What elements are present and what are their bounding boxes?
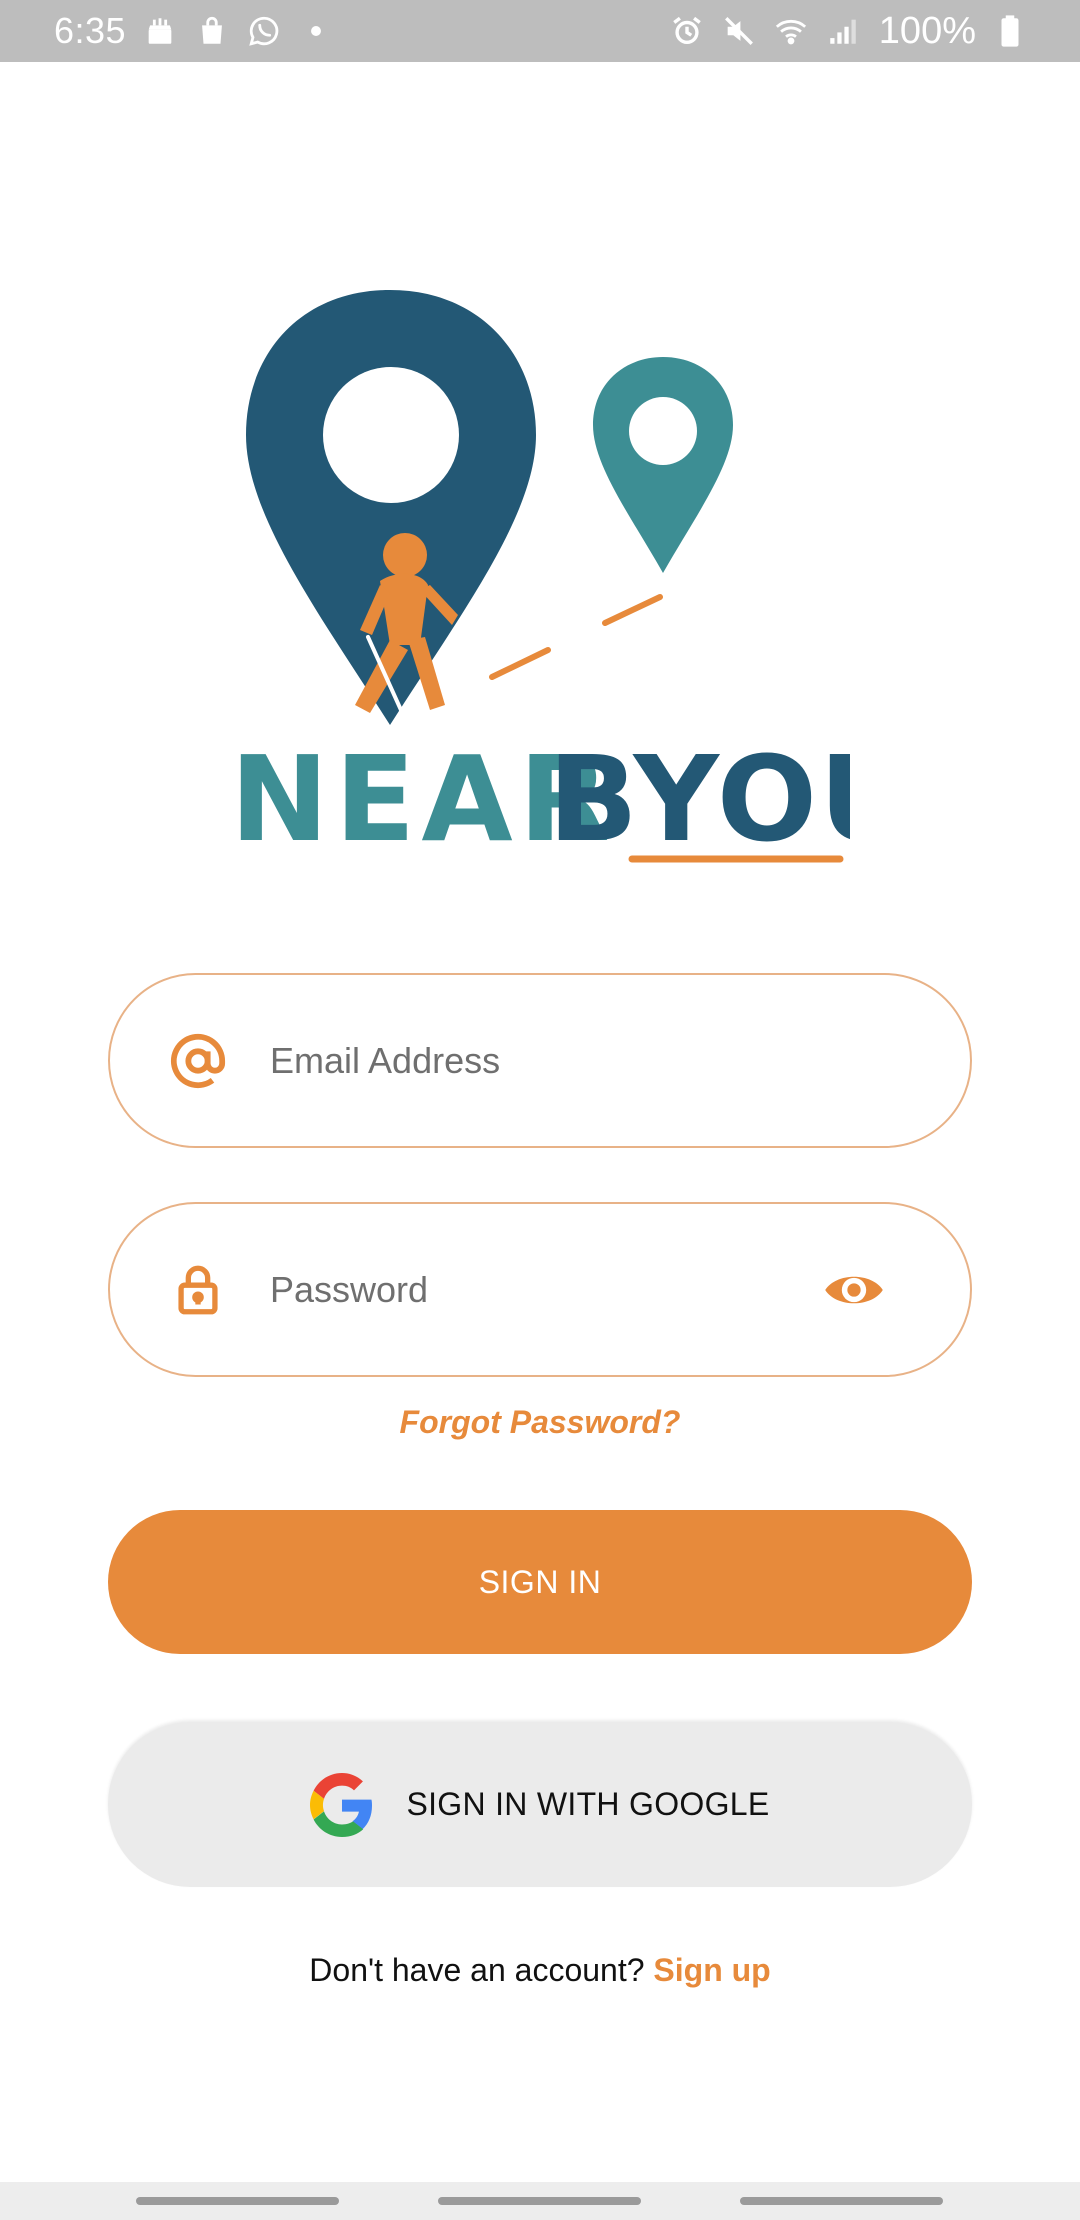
mute-icon (721, 13, 757, 49)
sign-up-link[interactable]: Sign up (653, 1952, 770, 1988)
battery-icon (992, 13, 1028, 49)
nav-back-handle[interactable] (740, 2197, 943, 2205)
signup-row: Don't have an account? Sign up (0, 1952, 1080, 1989)
status-right: 100% (669, 10, 1028, 53)
forgot-password-link[interactable]: Forgot Password? (0, 1404, 1080, 1441)
password-field[interactable] (108, 1202, 972, 1377)
alarm-icon (669, 13, 705, 49)
eye-icon[interactable] (822, 1266, 886, 1314)
status-bar: 6:35 100% (0, 0, 1080, 62)
google-sign-in-label: SIGN IN WITH GOOGLE (406, 1786, 770, 1822)
google-icon (310, 1772, 373, 1837)
signal-icon (825, 13, 861, 49)
cake-icon (142, 13, 178, 49)
lock-icon (168, 1260, 228, 1320)
nav-home-handle[interactable] (438, 2197, 641, 2205)
nearbyou-logo: NEAR BYOU (230, 285, 915, 875)
at-icon (168, 1031, 228, 1091)
whatsapp-icon (246, 13, 282, 49)
email-field[interactable] (108, 973, 972, 1148)
wifi-icon (773, 13, 809, 49)
google-sign-in-button[interactable]: SIGN IN WITH GOOGLE (108, 1722, 972, 1887)
email-input[interactable] (270, 1039, 850, 1082)
signup-prompt: Don't have an account? (309, 1952, 645, 1988)
battery-percent: 100% (878, 9, 976, 52)
sign-in-button[interactable]: SIGN IN (108, 1510, 972, 1654)
logo-word-byou: BYOU (548, 730, 850, 868)
password-input[interactable] (270, 1268, 850, 1311)
shopping-bag-icon (194, 13, 230, 49)
system-nav-bar (0, 2182, 1080, 2220)
status-time: 6:35 (54, 10, 127, 51)
dot-icon (298, 13, 334, 49)
status-left: 6:35 (54, 10, 334, 52)
nav-recents-handle[interactable] (136, 2197, 339, 2205)
